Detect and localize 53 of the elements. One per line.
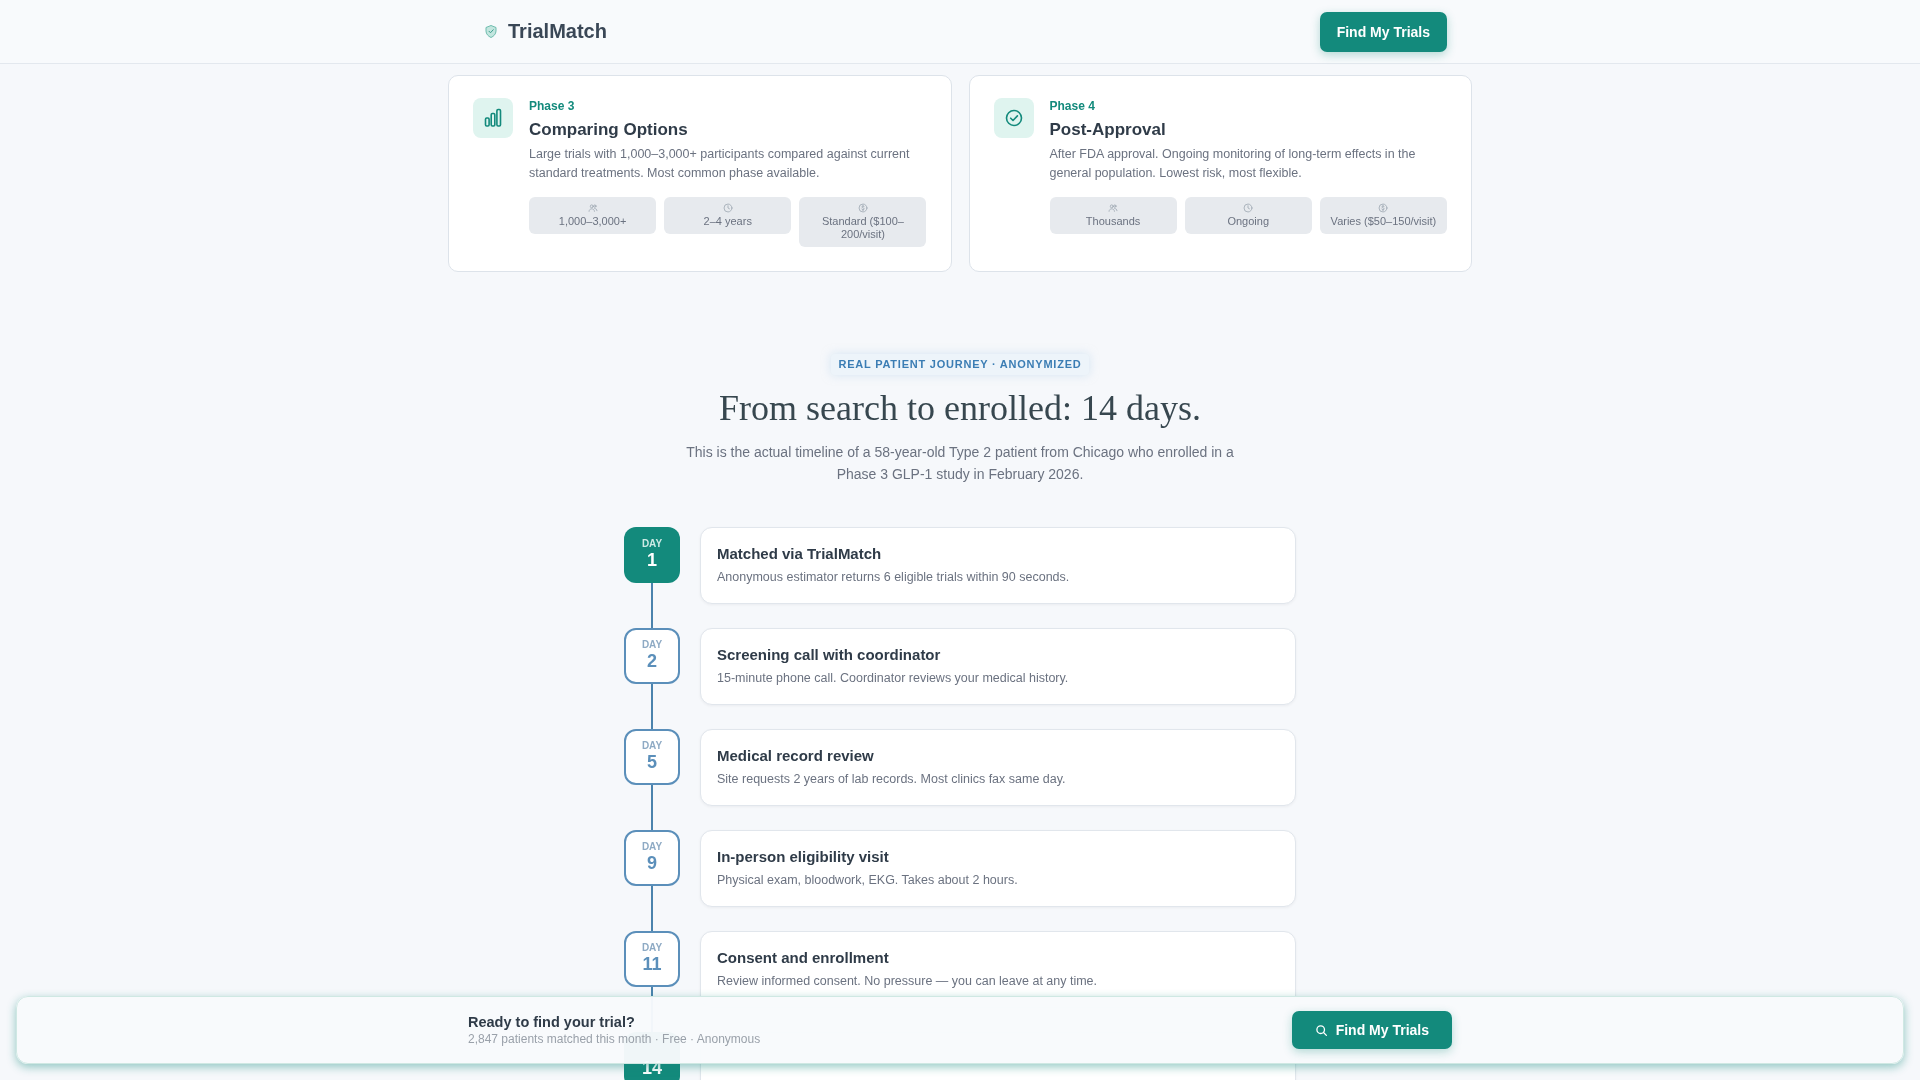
find-trials-button[interactable]: Find My Trials (1291, 1011, 1452, 1049)
people-icon (1108, 203, 1119, 213)
step-description: Anonymous estimator returns 6 eligible trials within 90 seconds. (717, 569, 1071, 586)
day-label: DAY (641, 942, 663, 954)
timeline-connector (651, 886, 653, 931)
stat-value: Varies ($50–150/visit) (1330, 215, 1437, 228)
shield-icon (485, 25, 497, 38)
stat-value: Thousands (1085, 215, 1141, 228)
cta-subtitle: 2,847 patients matched this month · Free · Anonymous (468, 1031, 761, 1047)
day-label: DAY (641, 538, 663, 550)
brand-name: TrialMatch (508, 20, 607, 43)
section-intro: This is the actual timeline of a 58-year-old Type 2 patient from Chicago who enrolled in a Phase 3 GLP-1 study in February 2026. (685, 443, 1235, 484)
stat-value: 2–4 years (703, 215, 752, 228)
stat-value: 1,000–3,000+ (558, 215, 627, 228)
day-label: DAY (641, 841, 663, 853)
phase-label: Phase 4 (1049, 98, 1096, 114)
day-number: 11 (642, 956, 662, 972)
step-title: Medical record review (717, 746, 875, 766)
step-title: Consent and enrollment (717, 948, 890, 968)
search-icon (1314, 1023, 1328, 1037)
day-number: 1 (647, 552, 657, 568)
day-label: DAY (641, 740, 663, 752)
step-title: Matched via TrialMatch (717, 544, 883, 564)
dollar-icon (857, 203, 868, 213)
stat-value: Standard ($100–200/visit) (820, 215, 905, 241)
step-title: Screening call with coordinator (717, 645, 942, 665)
day-number: 2 (647, 653, 657, 669)
section-badge: REAL PATIENT JOURNEY · ANONYMIZED (830, 354, 1090, 375)
day-number: 5 (647, 754, 657, 770)
step-description: Review informed consent. No pressure — you can leave at any time. (717, 973, 1099, 990)
timeline-connector (651, 684, 653, 729)
phase-description: Large trials with 1,000–3,000+ participants compared against current standard treatments. Most common phase available. (529, 146, 911, 182)
phase-description: After FDA approval. Ongoing monitoring of long-term effects in the general population. Lowest risk, most flexible. (1049, 146, 1417, 182)
timeline-connector (651, 785, 653, 830)
clock-icon (1243, 203, 1254, 213)
phase-title: Post-Approval (1049, 119, 1167, 141)
dollar-icon (1378, 203, 1389, 213)
timeline-connector (651, 583, 653, 628)
step-description: Site requests 2 years of lab records. Most clinics fax same day. (717, 771, 1067, 788)
cta-title: Ready to find your trial? (468, 1013, 636, 1031)
day-number: 9 (647, 855, 657, 871)
phase-label: Phase 3 (529, 98, 576, 114)
day-label: DAY (641, 639, 663, 651)
stat-value: Ongoing (1227, 215, 1270, 228)
find-trials-button[interactable]: Find My Trials (1319, 11, 1447, 52)
section-heading: From search to enrolled: 14 days. (719, 387, 1201, 430)
people-icon (587, 203, 598, 213)
bar-chart-icon (473, 98, 513, 138)
step-title: In-person eligibility visit (717, 847, 890, 867)
phase-title: Comparing Options (529, 119, 689, 141)
step-description: 15-minute phone call. Coordinator reviews your medical history. (717, 670, 1070, 687)
step-description: Physical exam, bloodwork, EKG. Takes about 2 hours. (717, 872, 1019, 889)
clock-icon (722, 203, 733, 213)
